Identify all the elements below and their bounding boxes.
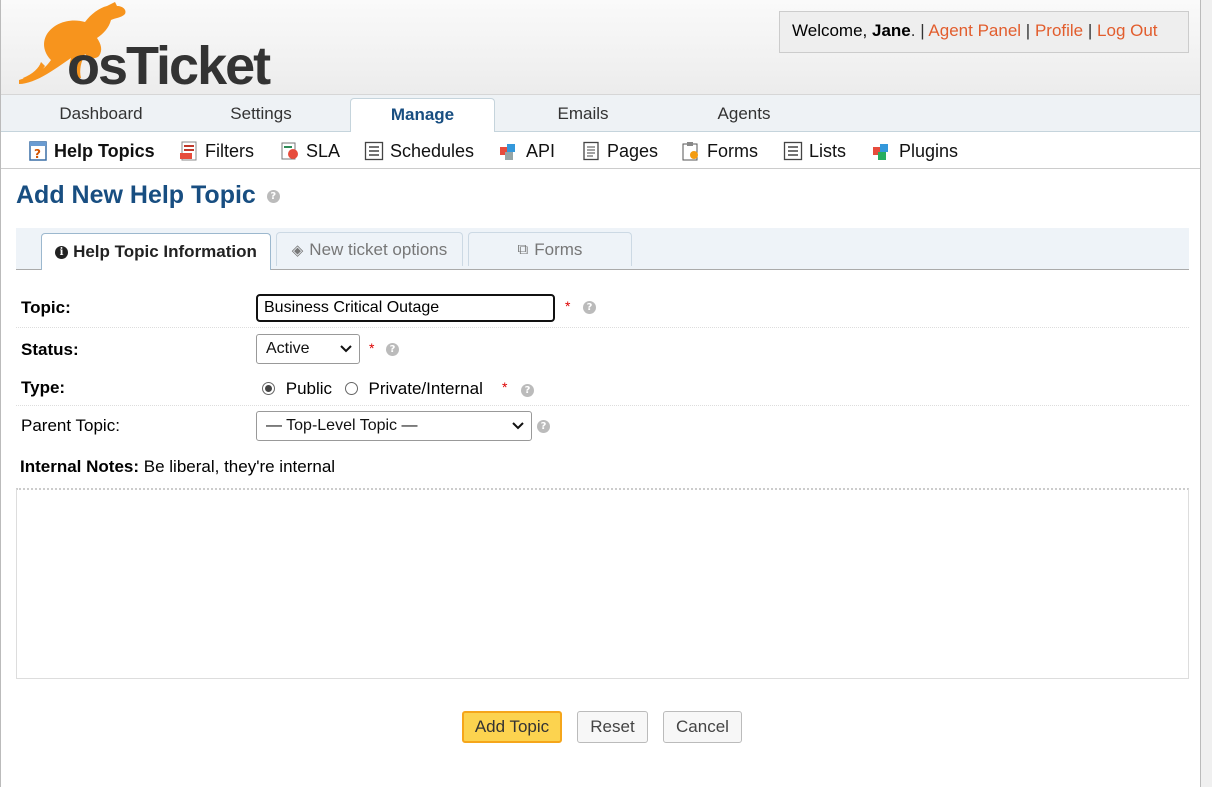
subnav-label: Help Topics: [54, 140, 155, 161]
header: osTicket Welcome, Jane. | Agent Panel | …: [1, 0, 1200, 96]
subnav-label: SLA: [306, 140, 341, 161]
add-topic-button[interactable]: Add Topic: [462, 711, 562, 743]
type-label: Type:: [21, 378, 66, 397]
logo-wordmark: osTicket: [67, 36, 271, 90]
topic-label: Topic:: [21, 298, 71, 317]
page-title-text: Add New Help Topic: [16, 181, 256, 209]
agent-panel-link[interactable]: Agent Panel: [928, 21, 1021, 40]
tab-label: New ticket options: [309, 239, 448, 259]
subnav-forms[interactable]: Forms: [681, 139, 758, 163]
required-marker: *: [502, 379, 508, 395]
radio-public-label: Public: [285, 379, 333, 398]
subnav-label: Pages: [607, 140, 659, 161]
subnav-plugins[interactable]: Plugins: [871, 139, 958, 163]
api-icon: [500, 144, 515, 160]
help-icon[interactable]: ?: [386, 343, 399, 356]
tab-help-topic-information[interactable]: i Help Topic Information: [41, 233, 271, 270]
user-info: Welcome, Jane. | Agent Panel | Profile |…: [779, 11, 1189, 53]
radio-private-label: Private/Internal: [368, 379, 483, 398]
tab-forms[interactable]: ⧉ Forms: [468, 232, 632, 266]
required-marker: *: [369, 340, 375, 356]
kangaroo-logo-icon: osTicket: [19, 2, 273, 96]
info-icon: i: [55, 245, 69, 259]
chevron-down-icon: [512, 422, 524, 430]
required-marker: *: [565, 298, 571, 314]
status-value: Active: [266, 340, 310, 357]
status-row: Status:: [16, 330, 1189, 368]
status-label: Status:: [21, 340, 79, 359]
type-row: Type:: [16, 368, 1189, 406]
parent-topic-row: Parent Topic:: [16, 406, 1189, 446]
internal-notes-label: Internal Notes:: [20, 457, 140, 476]
subnav-pages[interactable]: Pages: [581, 139, 658, 163]
tab-new-ticket-options[interactable]: ◈ New ticket options: [276, 232, 463, 266]
internal-notes-editor[interactable]: [16, 488, 1189, 679]
status-select[interactable]: Active: [256, 334, 360, 364]
divider: |: [1087, 21, 1093, 40]
filters-icon: [180, 141, 197, 161]
sub-nav: ? Help Topics Filters SLA Schedules API …: [1, 132, 1200, 169]
logo[interactable]: osTicket: [11, 0, 273, 96]
lists-icon: [783, 141, 803, 161]
parent-topic-value: — Top-Level Topic —: [266, 417, 418, 434]
subnav-label: API: [526, 140, 556, 161]
parent-topic-select[interactable]: — Top-Level Topic —: [256, 411, 532, 441]
subnav-label: Schedules: [390, 140, 475, 161]
svg-text:?: ?: [34, 147, 41, 161]
help-icon[interactable]: ?: [521, 384, 534, 397]
topic-row: Topic:: [16, 288, 1189, 328]
help-topics-icon: ?: [29, 141, 47, 161]
tab-agents[interactable]: Agents: [713, 104, 775, 124]
help-icon[interactable]: ?: [583, 301, 596, 314]
tab-emails[interactable]: Emails: [551, 104, 615, 124]
ticket-icon: ◈: [291, 241, 304, 259]
subnav-lists[interactable]: Lists: [783, 139, 846, 163]
app-window: osTicket Welcome, Jane. | Agent Panel | …: [0, 0, 1201, 787]
subnav-label: Filters: [205, 140, 254, 161]
tab-dashboard[interactable]: Dashboard: [57, 104, 145, 124]
pages-icon: [583, 141, 599, 161]
subnav-label: Forms: [707, 140, 758, 161]
parent-topic-label: Parent Topic:: [21, 416, 120, 435]
subnav-api[interactable]: API: [498, 139, 555, 163]
tab-label: Forms: [534, 239, 583, 259]
radio-public[interactable]: [262, 382, 275, 395]
profile-link[interactable]: Profile: [1035, 21, 1083, 40]
help-icon[interactable]: ?: [266, 189, 280, 203]
subnav-label: Lists: [809, 140, 847, 161]
subnav-label: Plugins: [899, 140, 959, 161]
main-nav: Dashboard Settings Manage Emails Agents: [1, 94, 1200, 133]
tab-settings[interactable]: Settings: [221, 104, 301, 124]
schedules-icon: [364, 141, 384, 161]
divider: |: [1025, 21, 1031, 40]
subnav-sla[interactable]: SLA: [280, 139, 340, 163]
plugins-icon: [873, 144, 888, 160]
type-radio-group: Public Private/Internal: [262, 379, 483, 399]
topic-input[interactable]: [256, 294, 555, 322]
forms-icon: [682, 142, 698, 161]
internal-notes-hint: Be liberal, they're internal: [143, 457, 336, 476]
welcome-prefix: Welcome,: [792, 21, 872, 40]
chevron-down-icon: [340, 345, 352, 353]
copy-icon: ⧉: [517, 241, 529, 258]
radio-private-internal[interactable]: [344, 382, 358, 395]
subnav-help-topics[interactable]: ? Help Topics: [29, 139, 155, 163]
tab-manage[interactable]: Manage: [350, 98, 495, 133]
welcome-suffix: . |: [910, 21, 925, 40]
user-name: Jane: [872, 21, 911, 40]
subnav-schedules[interactable]: Schedules: [364, 139, 474, 163]
help-icon[interactable]: ?: [537, 420, 550, 433]
tab-label: Help Topic Information: [73, 242, 257, 261]
form-tabs: i Help Topic Information ◈ New ticket op…: [16, 228, 1189, 270]
internal-notes-heading: Internal Notes: Be liberal, they're inte…: [20, 457, 335, 477]
sla-icon: [281, 142, 298, 160]
reset-button[interactable]: Reset: [577, 711, 648, 743]
page-title: Add New Help Topic ?: [16, 181, 280, 210]
cancel-button[interactable]: Cancel: [663, 711, 742, 743]
logout-link[interactable]: Log Out: [1097, 21, 1158, 40]
subnav-filters[interactable]: Filters: [179, 139, 254, 163]
